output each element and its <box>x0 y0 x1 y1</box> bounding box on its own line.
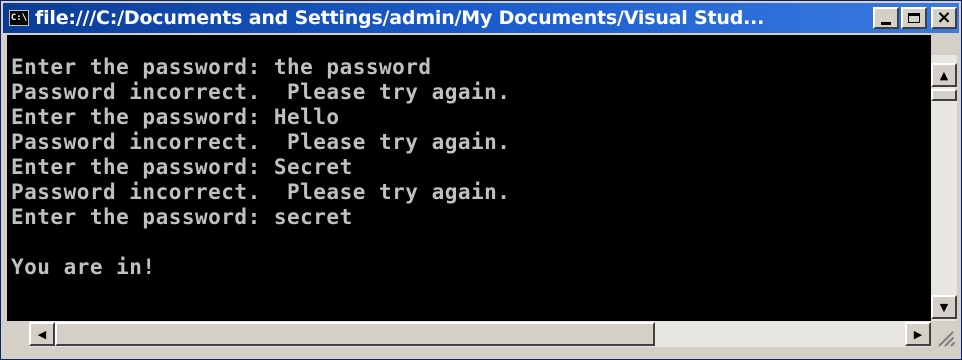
console-window: C:\ file:///C:/Documents and Settings/ad… <box>0 0 962 360</box>
right-arrow-icon: ▶ <box>913 327 923 341</box>
vertical-scroll-thumb[interactable] <box>931 89 957 101</box>
console-line: Enter the password: the password <box>11 55 432 79</box>
scroll-right-button[interactable]: ▶ <box>905 322 931 346</box>
console-app-icon[interactable]: C:\ <box>9 10 29 26</box>
vertical-scrollbar[interactable]: ▲ ▼ <box>931 55 957 321</box>
console-line: Enter the password: secret <box>11 205 353 229</box>
minimize-icon <box>881 21 891 25</box>
title-bar[interactable]: C:\ file:///C:/Documents and Settings/ad… <box>3 3 959 33</box>
console-line: Password incorrect. Please try again. <box>11 80 511 104</box>
minimize-button[interactable] <box>873 7 899 29</box>
scroll-down-button[interactable]: ▼ <box>931 295 957 319</box>
scroll-up-button[interactable]: ▲ <box>931 63 957 87</box>
horizontal-scroll-thumb[interactable] <box>55 322 655 346</box>
scrollbar-left-pad <box>7 321 29 347</box>
grip-line <box>950 341 956 347</box>
maximize-button[interactable] <box>901 7 927 29</box>
down-arrow-icon: ▼ <box>939 300 949 314</box>
console-line: Enter the password: Secret <box>11 155 353 179</box>
console-line: Password incorrect. Please try again. <box>11 130 511 154</box>
console-line: Enter the password: Hello <box>11 105 340 129</box>
console-line: ​ <box>7 230 931 255</box>
close-button[interactable]: × <box>931 7 957 29</box>
window-title: file:///C:/Documents and Settings/admin/… <box>35 7 765 29</box>
maximize-icon <box>908 13 920 23</box>
resize-grip[interactable] <box>931 321 957 347</box>
left-arrow-icon: ◀ <box>37 327 47 341</box>
scroll-left-button[interactable]: ◀ <box>29 322 55 346</box>
horizontal-scrollbar[interactable]: ◀ ▶ <box>7 321 931 347</box>
up-arrow-icon: ▲ <box>939 68 949 82</box>
console-line: Password incorrect. Please try again. <box>11 180 511 204</box>
console-output[interactable]: Enter the password: the password Passwor… <box>7 55 931 321</box>
close-icon: × <box>936 7 952 28</box>
console-top-area <box>7 35 931 55</box>
console-line: You are in! <box>11 255 156 279</box>
